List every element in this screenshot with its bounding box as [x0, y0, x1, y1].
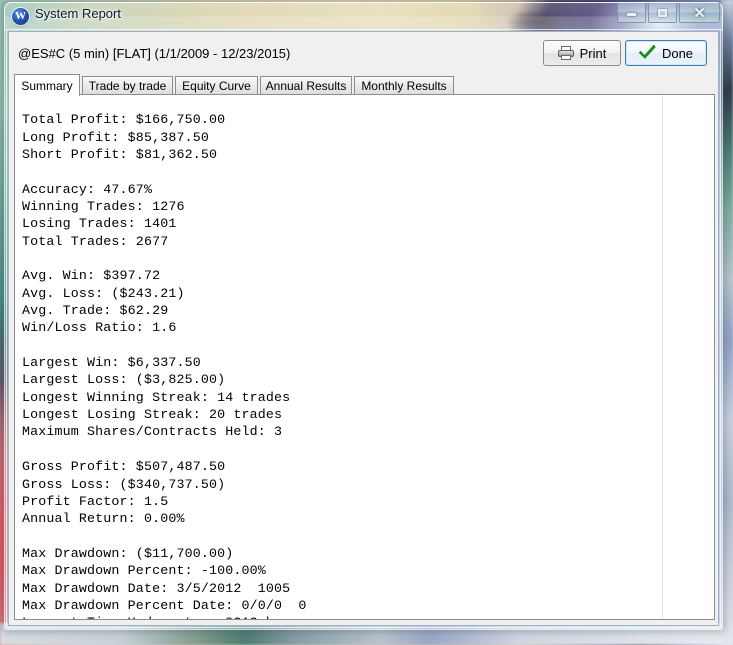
text-margin-line — [662, 95, 663, 619]
printer-icon — [557, 46, 574, 60]
tab-label: Trade by trade — [88, 79, 167, 93]
done-button[interactable]: Done — [625, 40, 707, 66]
system-report-window: W System Report ✕ @ES#C (5 min) [FLAT] (… — [4, 2, 723, 630]
tab-annual-results[interactable]: Annual Results — [260, 76, 352, 95]
checkmark-icon — [638, 44, 656, 62]
tab-strip: Summary Trade by trade Equity Curve Annual … — [14, 74, 715, 96]
tab-trade-by-trade[interactable]: Trade by trade — [82, 76, 173, 95]
app-logo-icon: W — [12, 8, 29, 25]
minimize-icon — [618, 3, 645, 22]
minimize-button[interactable] — [617, 3, 646, 23]
done-button-label: Done — [661, 45, 694, 61]
report-symbol-header: @ES#C (5 min) [FLAT] (1/1/2009 - 12/23/2… — [18, 46, 291, 61]
print-button[interactable]: Print — [543, 40, 621, 66]
tab-label: Summary — [21, 78, 73, 93]
title-bar[interactable]: W System Report ✕ — [4, 2, 723, 31]
window-client-area: @ES#C (5 min) [FLAT] (1/1/2009 - 12/23/2… — [8, 31, 719, 626]
print-button-label: Print — [579, 45, 607, 61]
close-icon: ✕ — [693, 4, 706, 22]
report-summary-text: Total Profit: $166,750.00 Long Profit: $… — [22, 112, 307, 619]
close-button[interactable]: ✕ — [679, 3, 720, 23]
tab-summary[interactable]: Summary — [14, 74, 80, 96]
tab-label: Monthly Results — [361, 79, 447, 93]
window-title: System Report — [35, 6, 121, 21]
report-text-panel[interactable]: Total Profit: $166,750.00 Long Profit: $… — [14, 94, 715, 620]
tab-label: Annual Results — [265, 79, 347, 93]
tab-equity-curve[interactable]: Equity Curve — [175, 76, 258, 95]
maximize-icon — [649, 3, 676, 22]
tab-monthly-results[interactable]: Monthly Results — [354, 76, 454, 95]
tab-label: Equity Curve — [182, 79, 251, 93]
maximize-button[interactable] — [648, 3, 677, 23]
